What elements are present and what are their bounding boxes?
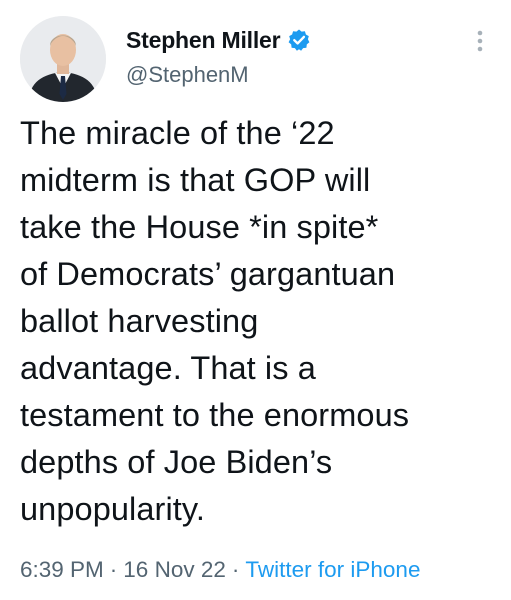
tweet-text-line: take the House *in spite* [20, 209, 379, 245]
tweet-time[interactable]: 6:39 PM [20, 557, 104, 582]
tweet-meta: 6:39 PM · 16 Nov 22 · Twitter for iPhone [20, 557, 420, 583]
more-vertical-icon[interactable] [469, 26, 491, 56]
tweet-text-line: unpopularity. [20, 491, 205, 527]
handle[interactable]: @StephenM [126, 62, 311, 88]
meta-separator: · [231, 557, 240, 582]
tweet-text-line: advantage. That is a [20, 350, 316, 386]
tweet-text-line: midterm is that GOP will [20, 162, 371, 198]
tweet-source-link[interactable]: Twitter for iPhone [245, 557, 420, 582]
display-name[interactable]: Stephen Miller [126, 27, 281, 54]
tweet-text-line: of Democrats’ gargantuan [20, 256, 396, 292]
name-row: Stephen Miller [126, 24, 311, 56]
verified-badge-icon [287, 28, 311, 52]
author-info: Stephen Miller @StephenM [126, 24, 311, 88]
avatar[interactable] [20, 16, 106, 102]
profile-photo [20, 16, 106, 102]
tweet-text-line: The miracle of the ‘22 [20, 115, 335, 151]
tweet-text-line: ballot harvesting [20, 303, 259, 339]
tweet: Stephen Miller @StephenM The miracle of … [0, 0, 511, 600]
tweet-date[interactable]: 16 Nov 22 [123, 557, 226, 582]
tweet-text: The miracle of the ‘22 midterm is that G… [20, 110, 500, 533]
tweet-text-line: testament to the enormous [20, 397, 410, 433]
tweet-text-line: depths of Joe Biden’s [20, 444, 333, 480]
meta-separator: · [109, 557, 118, 582]
